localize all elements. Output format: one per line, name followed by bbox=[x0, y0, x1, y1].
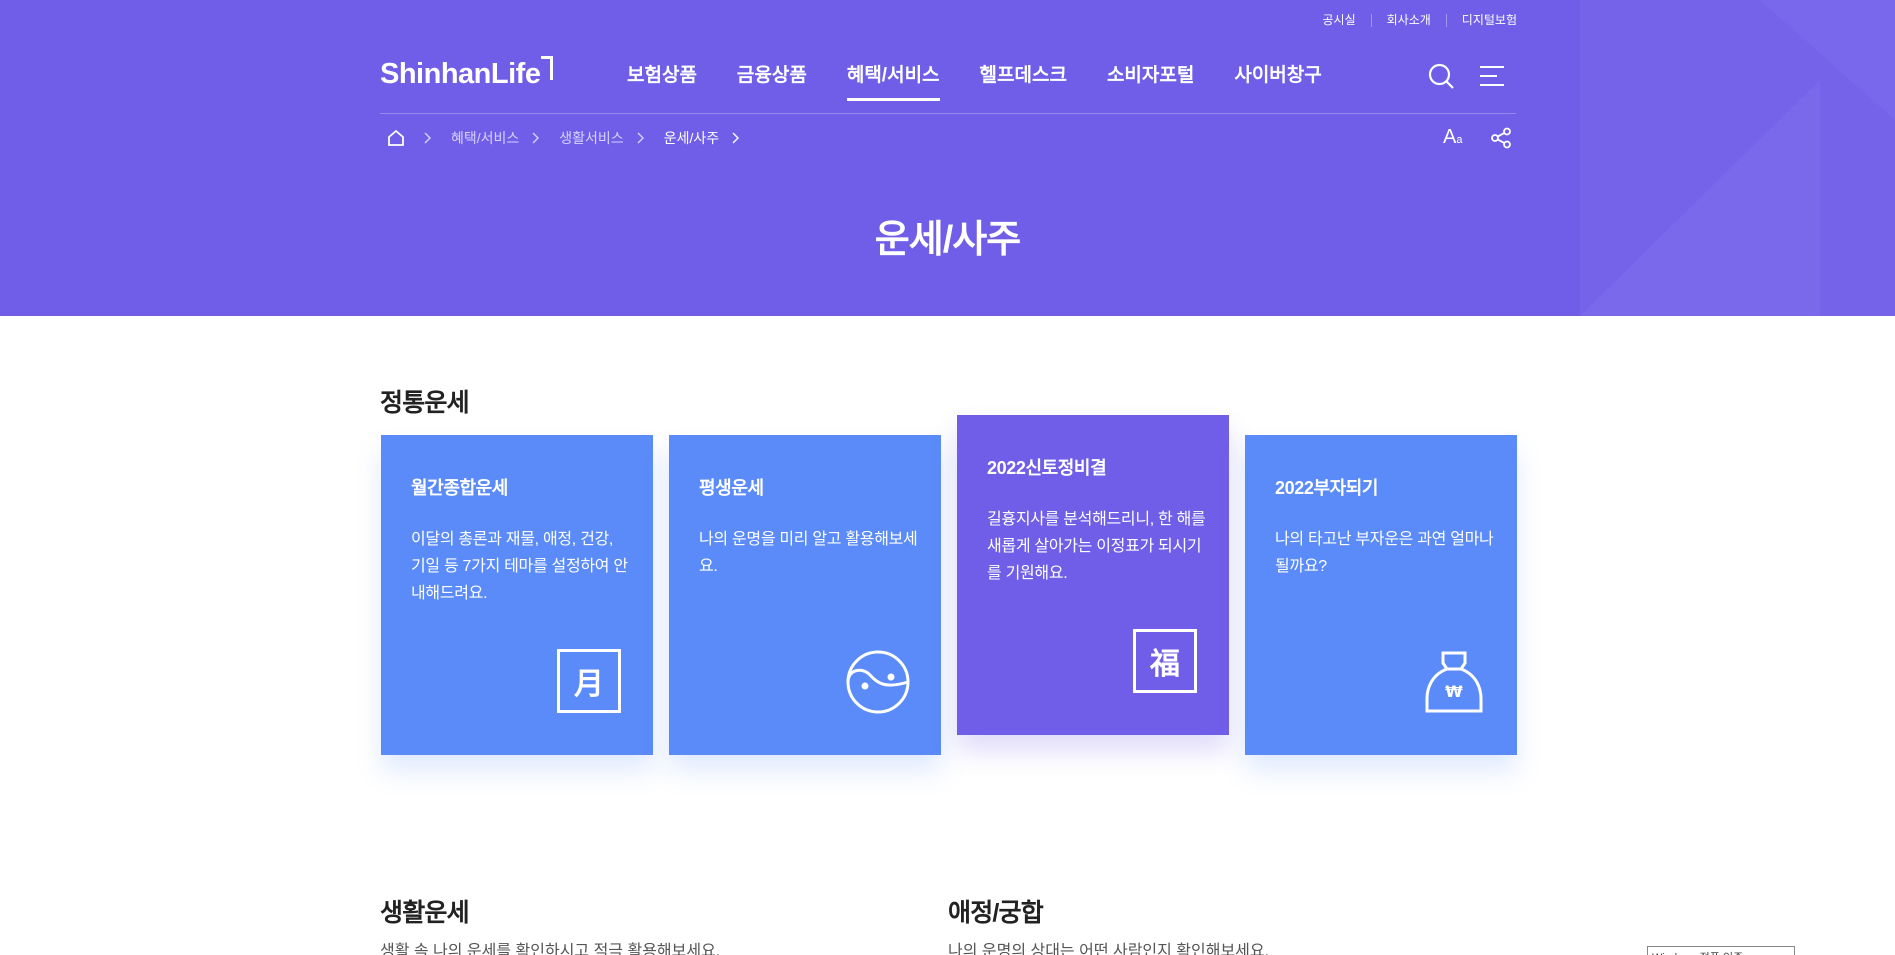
utility-links: 공시실 회사소개 디지털보험 bbox=[1308, 14, 1517, 27]
gnb-financial-products[interactable]: 금융상품 bbox=[737, 60, 807, 101]
breadcrumb-benefits[interactable]: 혜택/서비스 bbox=[451, 128, 519, 148]
utility-link-company[interactable]: 회사소개 bbox=[1370, 14, 1446, 27]
chevron-right-icon[interactable] bbox=[731, 131, 741, 145]
section-desc-love: 나의 운명의 상대는 어떤 사람인지 확인해보세요. bbox=[948, 943, 1270, 955]
main-navigation: 보험상품 금융상품 혜택/서비스 헬프데스크 소비자포털 사이버창구 bbox=[627, 60, 1362, 101]
breadcrumb: 혜택/서비스 생활서비스 운세/사주 bbox=[387, 128, 759, 148]
hero-banner: 공시실 회사소개 디지털보험 ShinhanLife 보험상품 금융상품 혜택/… bbox=[0, 0, 1895, 316]
chevron-right-icon bbox=[636, 131, 646, 145]
section-desc-life: 생활 속 나의 운세를 확인하시고 적극 활용해보세요. bbox=[380, 943, 721, 955]
moon-character-icon: 月 bbox=[557, 649, 623, 715]
logo-mark bbox=[541, 56, 553, 80]
card-title: 2022부자되기 bbox=[1275, 478, 1379, 498]
card-title: 평생운세 bbox=[699, 478, 764, 498]
icon-glyph: 福 bbox=[1133, 629, 1197, 693]
gnb-cyber-window[interactable]: 사이버창구 bbox=[1234, 60, 1321, 101]
section-title-traditional: 정통운세 bbox=[380, 389, 470, 417]
gnb-insurance-products[interactable]: 보험상품 bbox=[627, 60, 697, 101]
section-title-life: 생활운세 bbox=[380, 899, 470, 927]
utility-link-disclosure[interactable]: 공시실 bbox=[1308, 14, 1371, 27]
breadcrumb-life-service[interactable]: 생활서비스 bbox=[559, 128, 623, 148]
header-divider bbox=[380, 113, 1516, 114]
font-size-big: A bbox=[1443, 126, 1457, 148]
card-description: 이달의 총론과 재물, 애정, 건강, 기일 등 7가지 테마를 설정하여 안내… bbox=[411, 531, 628, 602]
card-title: 2022신토정비결 bbox=[987, 458, 1107, 478]
gnb-consumer-portal[interactable]: 소비자포털 bbox=[1107, 60, 1194, 101]
icon-glyph: ₩ bbox=[1445, 682, 1463, 701]
card-description: 나의 운명을 미리 알고 활용해보세요. bbox=[699, 531, 918, 575]
chevron-right-icon bbox=[531, 131, 541, 145]
card-tojeong-fortune[interactable]: 2022신토정비결 길흉지사를 분석해드리니, 한 해를 새롭게 살아가는 이정… bbox=[957, 415, 1229, 735]
section-title-love: 애정/궁합 bbox=[948, 899, 1044, 927]
card-description: 길흉지사를 분석해드리니, 한 해를 새롭게 살아가는 이정표가 되시기를 기원… bbox=[987, 511, 1206, 582]
logo[interactable]: ShinhanLife bbox=[380, 58, 541, 91]
card-title: 월간종합운세 bbox=[411, 478, 508, 498]
home-icon[interactable] bbox=[387, 129, 405, 147]
os-activation-watermark: Windows 정품 인증 bbox=[1647, 946, 1795, 955]
card-wealth-fortune[interactable]: 2022부자되기 나의 타고난 부자운은 과연 얼마나 될까요? ₩ bbox=[1245, 435, 1517, 755]
page-title: 운세/사주 bbox=[874, 219, 1021, 261]
share-icon[interactable] bbox=[1490, 127, 1512, 149]
breadcrumb-fortune[interactable]: 운세/사주 bbox=[664, 128, 719, 148]
chevron-right-icon bbox=[423, 131, 433, 145]
font-size-small: a bbox=[1456, 134, 1463, 146]
menu-icon[interactable] bbox=[1480, 64, 1504, 88]
money-bag-icon: ₩ bbox=[1421, 649, 1487, 715]
card-lifetime-fortune[interactable]: 평생운세 나의 운명을 미리 알고 활용해보세요. bbox=[669, 435, 941, 755]
yin-yang-icon bbox=[845, 649, 911, 715]
gnb-help-desk[interactable]: 헬프데스크 bbox=[980, 60, 1067, 101]
gnb-benefits-services[interactable]: 혜택/서비스 bbox=[846, 60, 940, 101]
icon-glyph: 月 bbox=[557, 649, 621, 713]
utility-link-digital[interactable]: 디지털보험 bbox=[1445, 14, 1517, 27]
search-icon[interactable] bbox=[1428, 63, 1454, 89]
fortune-character-icon: 福 bbox=[1133, 629, 1199, 695]
font-size-button[interactable]: Aa bbox=[1443, 126, 1462, 149]
card-description: 나의 타고난 부자운은 과연 얼마나 될까요? bbox=[1275, 531, 1494, 575]
card-monthly-fortune[interactable]: 월간종합운세 이달의 총론과 재물, 애정, 건강, 기일 등 7가지 테마를 … bbox=[381, 435, 653, 755]
